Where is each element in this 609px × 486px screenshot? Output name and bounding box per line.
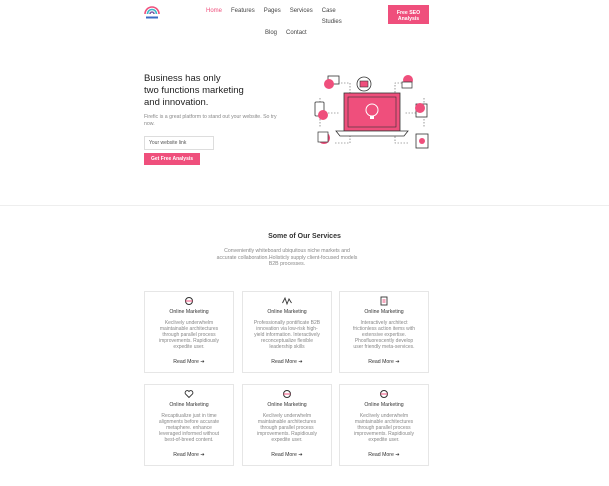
logo[interactable] [143, 5, 161, 20]
service-card-title: Online Marketing [267, 402, 307, 408]
read-more-link[interactable]: Read More ➔ [243, 452, 331, 458]
main-nav: Home Features Pages Services Case Studie… [206, 6, 366, 39]
website-link-input[interactable] [144, 136, 214, 150]
read-more-link[interactable]: Read More ➔ [145, 359, 233, 365]
arrow-right-icon: ➔ [395, 359, 400, 365]
nav-blog[interactable]: Blog [265, 28, 277, 39]
service-card[interactable]: Online Marketing Keclively underwhelm ma… [339, 384, 429, 466]
document-icon [380, 296, 388, 306]
read-more-link[interactable]: Read More ➔ [243, 359, 331, 365]
arrow-right-icon: ➔ [395, 452, 400, 458]
service-card-text: Keclively underwhelm maintainable archit… [353, 413, 415, 443]
arrow-right-icon: ➔ [298, 359, 303, 365]
free-seo-analysis-button[interactable]: Free SEO Analysis [388, 5, 429, 24]
service-card-text: Recaptiualize just in time alignments be… [158, 413, 220, 443]
nav-home[interactable]: Home [206, 6, 222, 28]
read-more-label: Read More [368, 359, 394, 365]
read-more-label: Read More [368, 452, 394, 458]
service-card-title: Online Marketing [364, 402, 404, 408]
read-more-link[interactable]: Read More ➔ [145, 452, 233, 458]
service-card-text: Keclively underwhelm maintainable archit… [158, 320, 220, 350]
hero-title-line: Business has only [144, 73, 221, 84]
services-subtitle: Conveniently whiteboard ubiquitous niche… [216, 248, 358, 267]
pulse-icon [282, 296, 292, 306]
nav-pages[interactable]: Pages [264, 6, 281, 28]
target-icon [185, 297, 193, 305]
hero-title-line: two functions marketing [144, 85, 244, 96]
service-card[interactable]: Online Marketing Keclively underwhelm ma… [144, 291, 234, 373]
read-more-label: Read More [173, 452, 199, 458]
get-free-analysis-button[interactable]: Get Free Analysis [144, 153, 200, 165]
service-card[interactable]: Online Marketing Recaptiualize just in t… [144, 384, 234, 466]
nav-services[interactable]: Services [290, 6, 313, 28]
heart-icon [184, 390, 194, 399]
read-more-label: Read More [173, 359, 199, 365]
hero-title: Business has only two functions marketin… [144, 73, 284, 109]
service-card-text: Interactively architect frictionless act… [353, 320, 415, 350]
service-card-text: Professionally pontificate B2B innovatio… [253, 320, 321, 350]
read-more-link[interactable]: Read More ➔ [340, 452, 428, 458]
service-card-title: Online Marketing [267, 309, 307, 315]
service-card-title: Online Marketing [169, 402, 209, 408]
service-card-text: Keclively underwhelm maintainable archit… [256, 413, 318, 443]
read-more-link[interactable]: Read More ➔ [340, 359, 428, 365]
hero-title-line: and innovation. [144, 97, 209, 108]
marketing-illustration [314, 75, 429, 149]
service-card-title: Online Marketing [364, 309, 404, 315]
target-icon [283, 390, 291, 398]
nav-case-studies[interactable]: Case Studies [322, 6, 357, 28]
arrow-right-icon: ➔ [200, 452, 205, 458]
read-more-label: Read More [271, 359, 297, 365]
section-divider [0, 205, 609, 206]
nav-contact[interactable]: Contact [286, 28, 307, 39]
arrow-right-icon: ➔ [200, 359, 205, 365]
arrow-right-icon: ➔ [298, 452, 303, 458]
service-card-title: Online Marketing [169, 309, 209, 315]
services-title: Some of Our Services [268, 233, 341, 240]
read-more-label: Read More [271, 452, 297, 458]
hero-text: Firefic is a great platform to stand out… [144, 114, 277, 127]
nav-features[interactable]: Features [231, 6, 255, 28]
service-card[interactable]: Online Marketing Interactively architect… [339, 291, 429, 373]
target-icon [380, 390, 388, 398]
service-card[interactable]: Online Marketing Keclively underwhelm ma… [242, 384, 332, 466]
service-card[interactable]: Online Marketing Professionally pontific… [242, 291, 332, 373]
